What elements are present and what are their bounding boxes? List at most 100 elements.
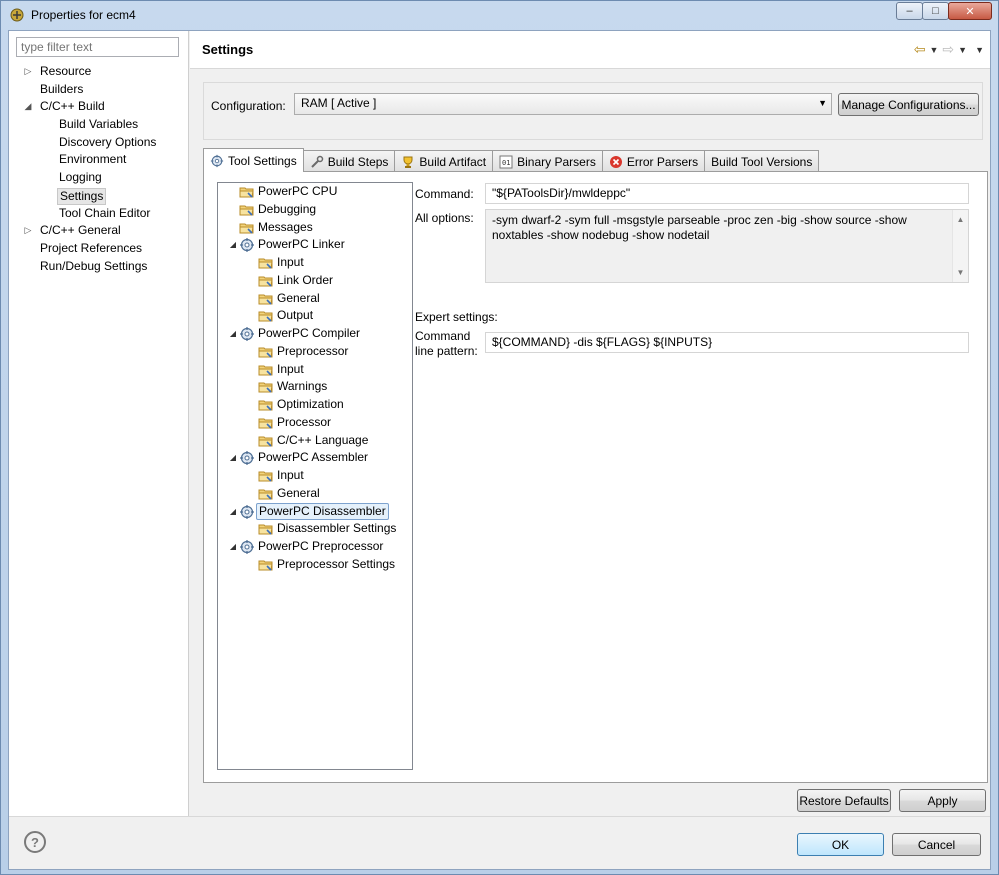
tool-tree-item-powerpc-disassembler[interactable]: ◢ PowerPC Disassembler [218, 502, 412, 521]
expanded-arrow-icon[interactable]: ◢ [228, 538, 238, 556]
tool-tree-item-input[interactable]: Input [218, 467, 412, 485]
tree-item-discovery-options[interactable]: Discovery Options [9, 134, 189, 152]
all-options-textarea[interactable]: -sym dwarf-2 -sym full -msgstyle parseab… [485, 209, 969, 283]
tool-tree-item-c-c-language[interactable]: C/C++ Language [218, 432, 412, 450]
wrench-icon [310, 155, 324, 169]
folder-icon [258, 308, 274, 324]
minimize-button[interactable]: – [896, 2, 923, 20]
collapsed-arrow-icon[interactable]: ▷ [23, 222, 33, 240]
tree-item-project-references[interactable]: Project References [9, 240, 189, 258]
tab-label: Tool Settings [228, 153, 297, 168]
tab-build-artifact[interactable]: Build Artifact [394, 150, 494, 172]
tool-tree-item-optimization[interactable]: Optimization [218, 396, 412, 414]
scroll-up-icon[interactable]: ▲ [953, 212, 968, 227]
tree-item-tool-chain-editor[interactable]: Tool Chain Editor [9, 205, 189, 223]
tree-item-environment[interactable]: Environment [9, 151, 189, 169]
configuration-group: Configuration: RAM [ Active ] ▼ Manage C… [203, 82, 983, 140]
svg-text:01: 01 [502, 159, 510, 167]
properties-window: Properties for ecm4 – □ ✕ ▷ Resource Build… [0, 0, 999, 875]
tree-item-label: C/C++ General [40, 223, 121, 238]
view-menu-icon[interactable]: ▼ [975, 45, 984, 55]
tool-tree-item-label: Input [277, 255, 304, 269]
cancel-button[interactable]: Cancel [892, 833, 981, 856]
tree-item-c-c-general[interactable]: ▷ C/C++ General [9, 222, 189, 240]
tree-item-label: Resource [40, 64, 92, 78]
tool-tree-item-debugging[interactable]: Debugging [218, 201, 412, 219]
folder-icon [258, 397, 274, 413]
tree-item-label: Settings [57, 187, 107, 205]
tool-tree-item-powerpc-cpu[interactable]: PowerPC CPU [218, 183, 412, 201]
tree-item-resource[interactable]: ▷ Resource [9, 63, 189, 81]
tool-tree-item-powerpc-compiler[interactable]: ◢ PowerPC Compiler [218, 325, 412, 343]
tool-tree-item-link-order[interactable]: Link Order [218, 272, 412, 290]
ok-button[interactable]: OK [797, 833, 884, 856]
all-options-scrollbar[interactable]: ▲ ▼ [952, 210, 968, 282]
maximize-icon: □ [932, 5, 939, 17]
tool-tree-item-output[interactable]: Output [218, 307, 412, 325]
scroll-down-icon[interactable]: ▼ [953, 265, 968, 280]
tool-tree-item-label: Input [277, 361, 304, 376]
dialog-footer: ? OK Cancel [9, 816, 990, 869]
error-icon [609, 155, 623, 169]
filter-input[interactable] [16, 37, 179, 57]
tree-item-build-variables[interactable]: Build Variables [9, 116, 189, 134]
tree-item-builders[interactable]: Builders [9, 81, 189, 99]
window-title: Properties for ecm4 [31, 8, 136, 22]
tree-item-run-debug-settings[interactable]: Run/Debug Settings [9, 258, 189, 276]
tool-tree-item-label: C/C++ Language [277, 432, 369, 447]
tool-tree-item-general[interactable]: General [218, 485, 412, 503]
tab-binary-parsers[interactable]: 01 Binary Parsers [492, 150, 603, 172]
maximize-button[interactable]: □ [922, 2, 949, 20]
command-pattern-input[interactable]: ${COMMAND} -dis ${FLAGS} ${INPUTS} [485, 332, 969, 353]
tool-tree-item-disassembler-settings[interactable]: Disassembler Settings [218, 520, 412, 538]
tool-tree-item-label: Preprocessor Settings [277, 556, 396, 571]
back-dropdown-icon[interactable]: ▼ [930, 45, 939, 55]
expanded-arrow-icon[interactable]: ◢ [228, 325, 238, 343]
expanded-arrow-icon[interactable]: ◢ [228, 503, 238, 521]
manage-configurations-button[interactable]: Manage Configurations... [838, 93, 979, 116]
folder-icon [258, 433, 274, 449]
tool-tree-item-preprocessor[interactable]: Preprocessor [218, 343, 412, 361]
back-arrow-icon[interactable]: ⇦ [914, 41, 926, 58]
tool-tree-item-processor[interactable]: Processor [218, 414, 412, 432]
tree-item-logging[interactable]: Logging [9, 169, 189, 187]
tool-tree-item-label: PowerPC Assembler [258, 450, 369, 465]
expanded-arrow-icon[interactable]: ◢ [228, 236, 238, 254]
tool-tree-item-preprocessor-settings[interactable]: Preprocessor Settings [218, 556, 412, 574]
tool-tree-item-label: Debugging [258, 201, 317, 216]
tool-tree-item-powerpc-assembler[interactable]: ◢ PowerPC Assembler [218, 449, 412, 467]
tool-tree-item-general[interactable]: General [218, 290, 412, 308]
tool-tree-item-input[interactable]: Input [218, 254, 412, 272]
tab-build-steps[interactable]: Build Steps [302, 150, 396, 172]
tree-item-c-c-build[interactable]: ◢ C/C++ Build [9, 98, 189, 116]
tab-build-tool-versions[interactable]: Build Tool Versions [704, 150, 820, 172]
configuration-label: Configuration: [211, 99, 286, 113]
tab-label: Build Steps [327, 154, 389, 169]
tree-item-label: Builders [40, 81, 84, 96]
expanded-arrow-icon[interactable]: ◢ [228, 449, 238, 467]
forward-dropdown-icon[interactable]: ▼ [958, 45, 967, 55]
tool-tree-item-warnings[interactable]: Warnings [218, 378, 412, 396]
folder-icon [258, 486, 274, 502]
command-input[interactable]: "${PAToolsDir}/mwldeppc" [485, 183, 969, 204]
configuration-select[interactable]: RAM [ Active ] ▼ [294, 93, 832, 115]
forward-arrow-icon[interactable]: ⇨ [942, 41, 954, 58]
tab-tool-settings[interactable]: Tool Settings [203, 148, 304, 172]
tool-tree-item-label: Optimization [277, 397, 344, 411]
window-controls: – □ ✕ [896, 2, 992, 20]
expanded-arrow-icon[interactable]: ◢ [23, 98, 33, 116]
tab-error-parsers[interactable]: Error Parsers [601, 150, 706, 172]
tool-tree-item-powerpc-preprocessor[interactable]: ◢ PowerPC Preprocessor [218, 538, 412, 556]
tool-tree-item-messages[interactable]: Messages [218, 219, 412, 237]
tree-item-settings[interactable]: Settings [9, 187, 189, 205]
apply-button[interactable]: Apply [899, 789, 986, 812]
close-button[interactable]: ✕ [948, 2, 992, 20]
page-title: Settings [202, 42, 254, 57]
restore-defaults-button[interactable]: Restore Defaults [797, 789, 891, 812]
collapsed-arrow-icon[interactable]: ▷ [23, 63, 33, 81]
tree-item-label: Tool Chain Editor [59, 205, 151, 220]
tool-tree-item-powerpc-linker[interactable]: ◢ PowerPC Linker [218, 236, 412, 254]
tool-tree-item-input[interactable]: Input [218, 361, 412, 379]
title-bar[interactable]: Properties for ecm4 – □ ✕ [1, 1, 998, 29]
help-icon[interactable]: ? [24, 831, 46, 853]
